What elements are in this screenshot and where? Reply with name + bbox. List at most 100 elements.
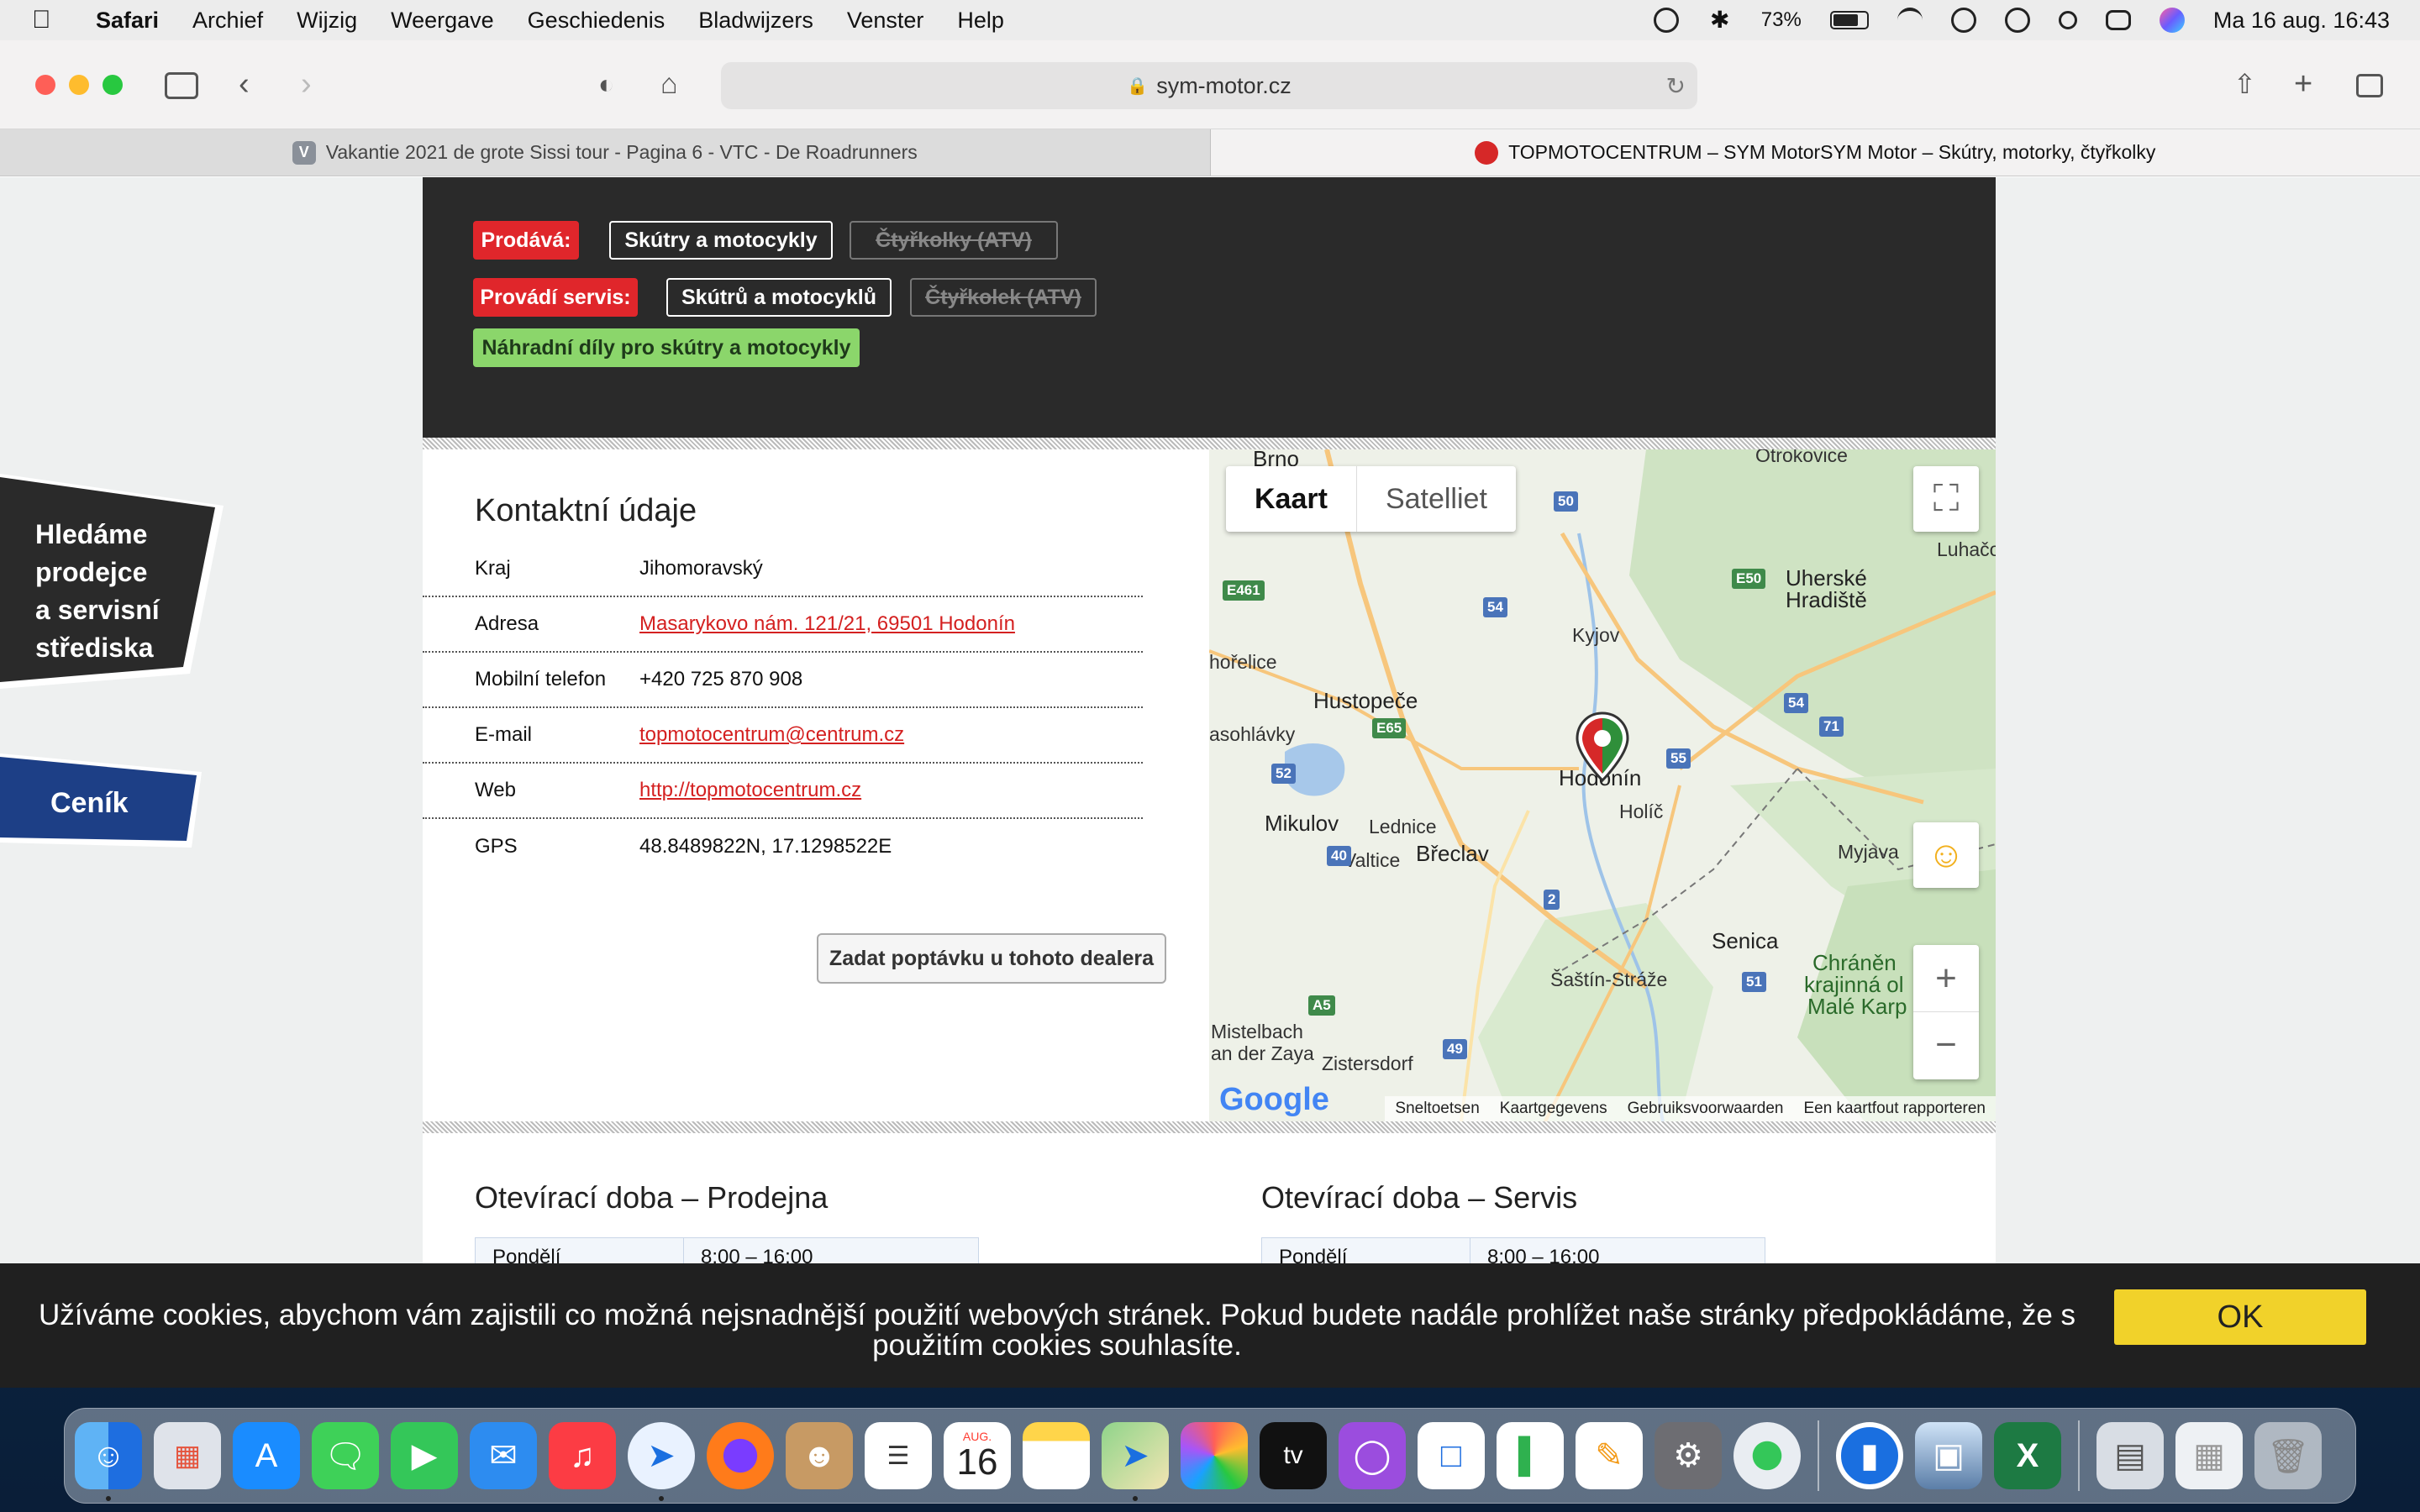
email-link[interactable]: topmotocentrum@centrum.cz [639,723,904,747]
dealer-badge-text: Hledáme prodejce a servisní střediska [35,516,160,667]
menu-help[interactable]: Help [957,8,1004,34]
minimize-window-button[interactable] [69,75,89,95]
share-icon[interactable]: ⇧ [2233,67,2256,101]
google-map[interactable]: Brno Uherské Hradiště Luhačo Kyjov Husto… [1209,449,1996,1121]
app-store-icon[interactable]: A [233,1422,300,1489]
user-account-icon[interactable] [1950,8,1976,33]
preview-icon[interactable]: ▣ [1915,1422,1982,1489]
address-bar[interactable]: 🔒 sym-motor.cz ↻ [721,62,1697,109]
dealer-tags-panel: Prodává: Skútry a motocykly Čtyřkolky (A… [423,177,1996,438]
map-place: hořelice [1209,651,1277,673]
zoom-out-button[interactable]: − [1913,1012,1979,1078]
zoom-window-button[interactable] [103,75,123,95]
address-link[interactable]: Masarykovo nám. 121/21, 69501 Hodonín [639,612,1015,636]
podcasts-icon[interactable]: ◯ [1339,1422,1406,1489]
downloads-stack-icon[interactable]: ▤ [2096,1422,2164,1489]
map-type-satelliet[interactable]: Satelliet [1357,466,1516,532]
fullscreen-icon[interactable]: ⛶ [1913,466,1979,532]
photos-icon[interactable] [1181,1422,1248,1489]
music-icon[interactable]: ♫ [549,1422,616,1489]
tab-overview-icon[interactable] [2356,74,2383,97]
tab-bar: V Vakantie 2021 de grote Sissi tour - Pa… [0,129,2420,176]
bluetooth-icon[interactable]: ✱ [1707,8,1733,33]
map-footer: Sneltoetsen Kaartgegevens Gebruiksvoorwa… [1385,1096,1996,1121]
map-footer-link[interactable]: Gebruiksvoorwaarden [1628,1100,1784,1118]
map-location-pin-icon[interactable] [1576,711,1629,782]
map-place: Mistelbach [1211,1021,1303,1042]
dealer-recruit-badge[interactable]: Hledáme prodejce a servisní střediska [0,474,227,689]
time-machine-icon[interactable] [2004,8,2030,33]
wifi-icon[interactable] [1897,8,1923,33]
badge-line: prodejce [35,557,148,587]
map-type-kaart[interactable]: Kaart [1226,466,1357,532]
launchpad-icon[interactable]: ▦ [154,1422,221,1489]
back-icon[interactable]: ‹ [239,67,250,101]
safari-icon[interactable]: ➤ [628,1422,695,1501]
new-tab-icon[interactable]: + [2294,67,2312,101]
map-place: Holíč [1619,801,1664,822]
facetime-icon[interactable]: ▶ [391,1422,458,1489]
forward-icon[interactable]: › [301,67,312,101]
tab-title: TOPMOTOCENTRUM – SYM MotorSYM Motor – Sk… [1508,141,2156,163]
inquiry-button[interactable]: Zadat poptávku u tohoto dealera [817,933,1166,984]
spotlight-search-icon[interactable] [2058,11,2077,29]
menu-geschiedenis[interactable]: Geschiedenis [528,8,666,34]
menu-venster[interactable]: Venster [847,8,924,34]
sym-favicon-icon [1475,140,1499,165]
contact-key: GPS [475,835,518,858]
menu-archief[interactable]: Archief [192,8,263,34]
contact-row-gps: GPS 48.8489822N, 17.1298522E [423,819,1143,874]
website-link[interactable]: http://topmotocentrum.cz [639,779,861,802]
trash-icon[interactable]: 🗑 [2254,1422,2322,1489]
tab-roadrunners[interactable]: V Vakantie 2021 de grote Sissi tour - Pa… [0,129,1210,176]
home-icon[interactable]: ⌂ [660,67,678,101]
messages-icon[interactable]: 🗨 [312,1422,379,1489]
menu-bladwijzers[interactable]: Bladwijzers [698,8,813,34]
notes-icon[interactable] [1023,1422,1090,1489]
map-place: asohlávky [1209,723,1296,745]
apple-tv-icon[interactable]: tv [1260,1422,1327,1489]
finder-icon[interactable]: ☺ [75,1422,142,1501]
menu-wijzig[interactable]: Wijzig [297,8,357,34]
service-hours-table: Pondělí 8:00 – 16:00 [1261,1237,1765,1267]
pages-icon[interactable]: ✎ [1576,1422,1643,1489]
cookie-ok-button[interactable]: OK [2114,1289,2366,1345]
contacts-icon[interactable]: ☻ [786,1422,853,1489]
price-list-badge[interactable]: Ceník [0,753,202,848]
mail-icon[interactable]: ✉ [470,1422,537,1489]
street-view-pegman-icon[interactable]: ☺ [1913,822,1979,888]
dock-separator [1818,1420,1819,1491]
documents-stack-icon[interactable]: ▦ [2175,1422,2243,1489]
find-my-icon[interactable] [1733,1422,1801,1489]
reminders-icon[interactable]: ☰ [865,1422,932,1489]
firefox-icon[interactable] [707,1422,774,1489]
road-badge: 40 [1327,846,1351,866]
calendar-icon[interactable]: AUG. 16 [944,1422,1011,1489]
road-badge: 71 [1819,717,1844,737]
privacy-shield-icon[interactable]: ◐ [598,67,614,101]
menu-weergave[interactable]: Weergave [391,8,494,34]
zoom-in-button[interactable]: + [1913,945,1979,1012]
menubar-clock[interactable]: Ma 16 aug. 16:43 [2213,8,2390,34]
numbers-icon[interactable]: ▌ [1497,1422,1564,1489]
map-footer-link[interactable]: Een kaartfout rapporteren [1803,1100,1986,1118]
map-footer-link[interactable]: Kaartgegevens [1500,1100,1607,1118]
control-center-icon[interactable] [2105,10,2131,30]
keynote-icon[interactable]: □ [1418,1422,1485,1489]
sidebar-toggle-icon[interactable] [165,72,198,99]
battery-icon[interactable] [1829,11,1869,29]
menu-app-safari[interactable]: Safari [96,8,159,34]
1password-icon[interactable]: ▮ [1836,1422,1903,1489]
apple-menu-icon[interactable]:  [32,6,66,34]
tab-topmotocentrum[interactable]: TOPMOTOCENTRUM – SYM MotorSYM Motor – Sk… [1209,129,2420,176]
reload-icon[interactable]: ↻ [1666,72,1686,100]
system-preferences-icon[interactable]: ⚙ [1655,1422,1722,1489]
close-window-button[interactable] [35,75,55,95]
maps-icon[interactable]: ➤ [1102,1422,1169,1501]
siri-icon[interactable] [2159,8,2185,33]
sells-label: Prodává: [473,221,579,260]
1password-menubar-icon[interactable] [1653,8,1679,33]
excel-icon[interactable]: X [1994,1422,2061,1489]
price-list-label: Ceník [50,787,129,819]
map-footer-link[interactable]: Sneltoetsen [1395,1100,1479,1118]
